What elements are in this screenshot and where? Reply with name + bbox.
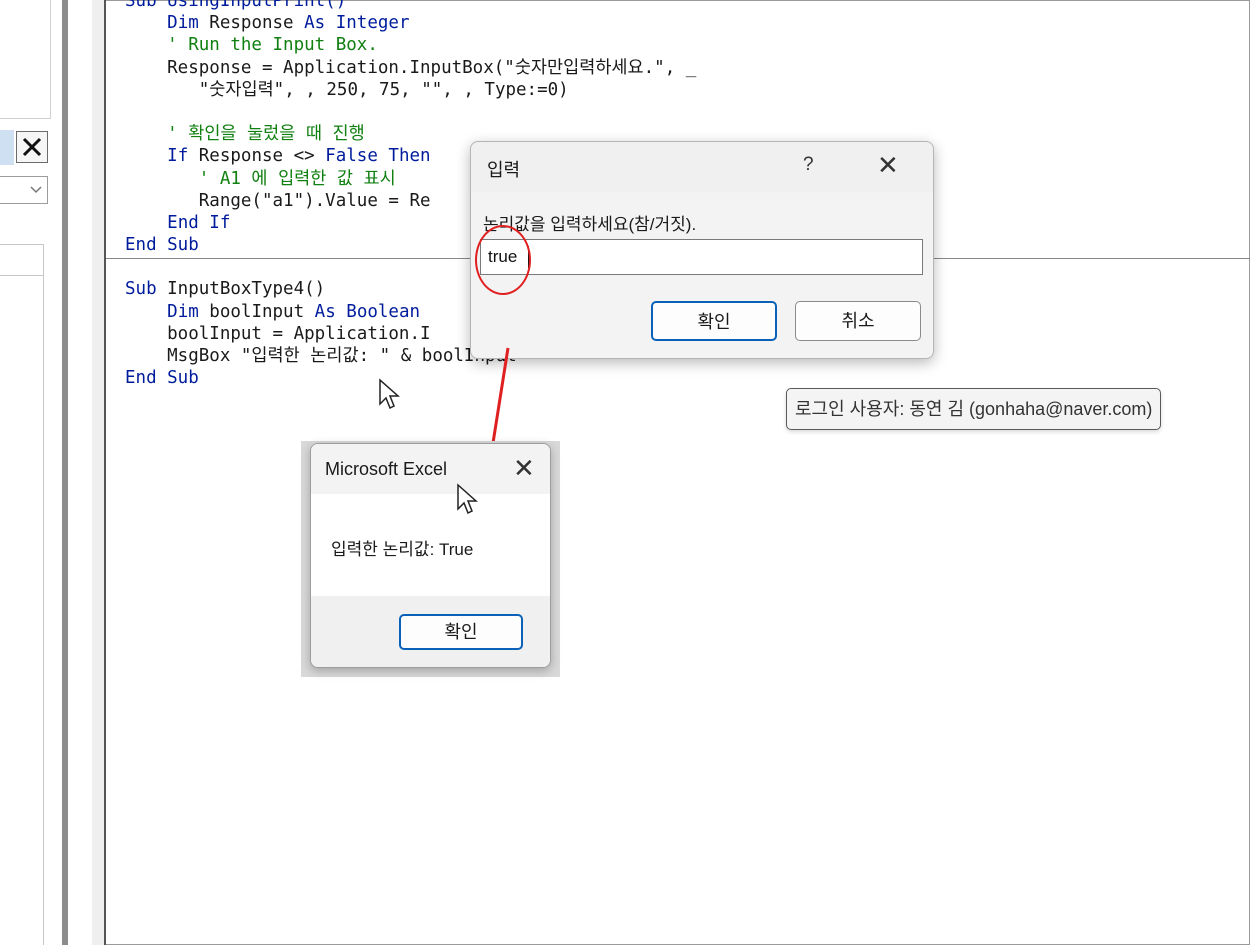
highlight-circle [475,225,531,295]
code-text: Response [198,13,305,34]
code-keyword: Dim [167,13,199,34]
properties-grid[interactable] [0,244,44,945]
mouse-cursor-icon [379,378,400,410]
code-margin-indicator [92,0,106,945]
input-dialog-titlebar: 입력 ? ✕ [471,142,933,192]
code-text: boolInput [198,301,315,322]
code-keyword: Sub UsingInputPrint() [125,0,347,11]
object-combo[interactable] [0,176,48,204]
code-line[interactable]: Sub UsingInputPrint() [125,0,1245,12]
close-icon [22,137,42,157]
msgbox-ok-button[interactable]: 확인 [399,614,523,650]
close-icon[interactable]: ✕ [877,150,899,180]
help-icon[interactable]: ? [803,154,814,176]
msgbox-message: 입력한 논리값: True [331,540,474,559]
value-input[interactable] [480,239,923,275]
code-keyword: As Boolean [314,301,421,322]
project-panel [0,0,62,945]
code-line[interactable]: Dim Response As Integer [125,12,1245,34]
code-keyword: Sub [125,279,157,300]
code-comment: ' Run the Input Box. [125,35,378,56]
code-keyword: End Sub [125,235,199,256]
mouse-cursor-icon [457,483,478,515]
input-dialog: 입력 ? ✕ 논리값을 입력하세요(참/거짓). 확인 취소 [470,141,934,359]
code-keyword: As Integer [304,13,410,34]
close-icon[interactable]: ✕ [513,453,535,483]
code-line[interactable]: Response = Application.InputBox("숫자만입력하세… [125,57,1245,79]
code-comment: ' A1 에 입력한 값 표시 [125,168,396,189]
panel-close-button[interactable] [16,131,48,163]
code-text: MsgBox "입력한 논리값: " & boolInput [125,346,517,366]
code-line[interactable] [125,101,1245,123]
code-text: InputBoxType4() [156,279,326,300]
code-keyword: Dim [167,301,199,322]
msgbox-titlebar: Microsoft Excel ✕ [311,444,550,494]
chevron-down-icon [30,186,42,194]
panel-gap [68,0,92,945]
ok-button[interactable]: 확인 [651,301,777,341]
code-line[interactable]: "숫자입력", , 250, 75, "", , Type:=0) [125,79,1245,101]
code-keyword: End If [167,212,231,233]
code-line[interactable]: ' Run the Input Box. [125,34,1245,56]
code-text: "숫자입력", , 250, 75, "", , Type:=0) [125,79,569,100]
code-text: Range("a1").Value = Re [125,190,431,211]
code-keyword: False Then [325,146,431,167]
cancel-button[interactable]: 취소 [795,301,921,341]
project-explorer [0,0,51,119]
code-keyword: If [167,146,189,167]
msgbox-title: Microsoft Excel [325,459,448,479]
message-box: Microsoft Excel ✕ 입력한 논리값: True 확인 [310,443,551,668]
code-comment: ' 확인을 눌렀을 때 진행 [125,124,365,145]
code-text: Response = Application.InputBox("숫자만입력하세… [125,57,697,78]
code-text: Response <> [188,146,326,167]
code-keyword: End Sub [125,368,199,389]
code-line[interactable]: End Sub [125,367,1245,389]
user-tooltip: 로그인 사용자: 동연 김 (gonhaha@naver.com) [786,388,1162,430]
properties-header [0,245,43,276]
properties-title-bar [0,130,14,165]
input-dialog-title: 입력 [487,160,521,180]
